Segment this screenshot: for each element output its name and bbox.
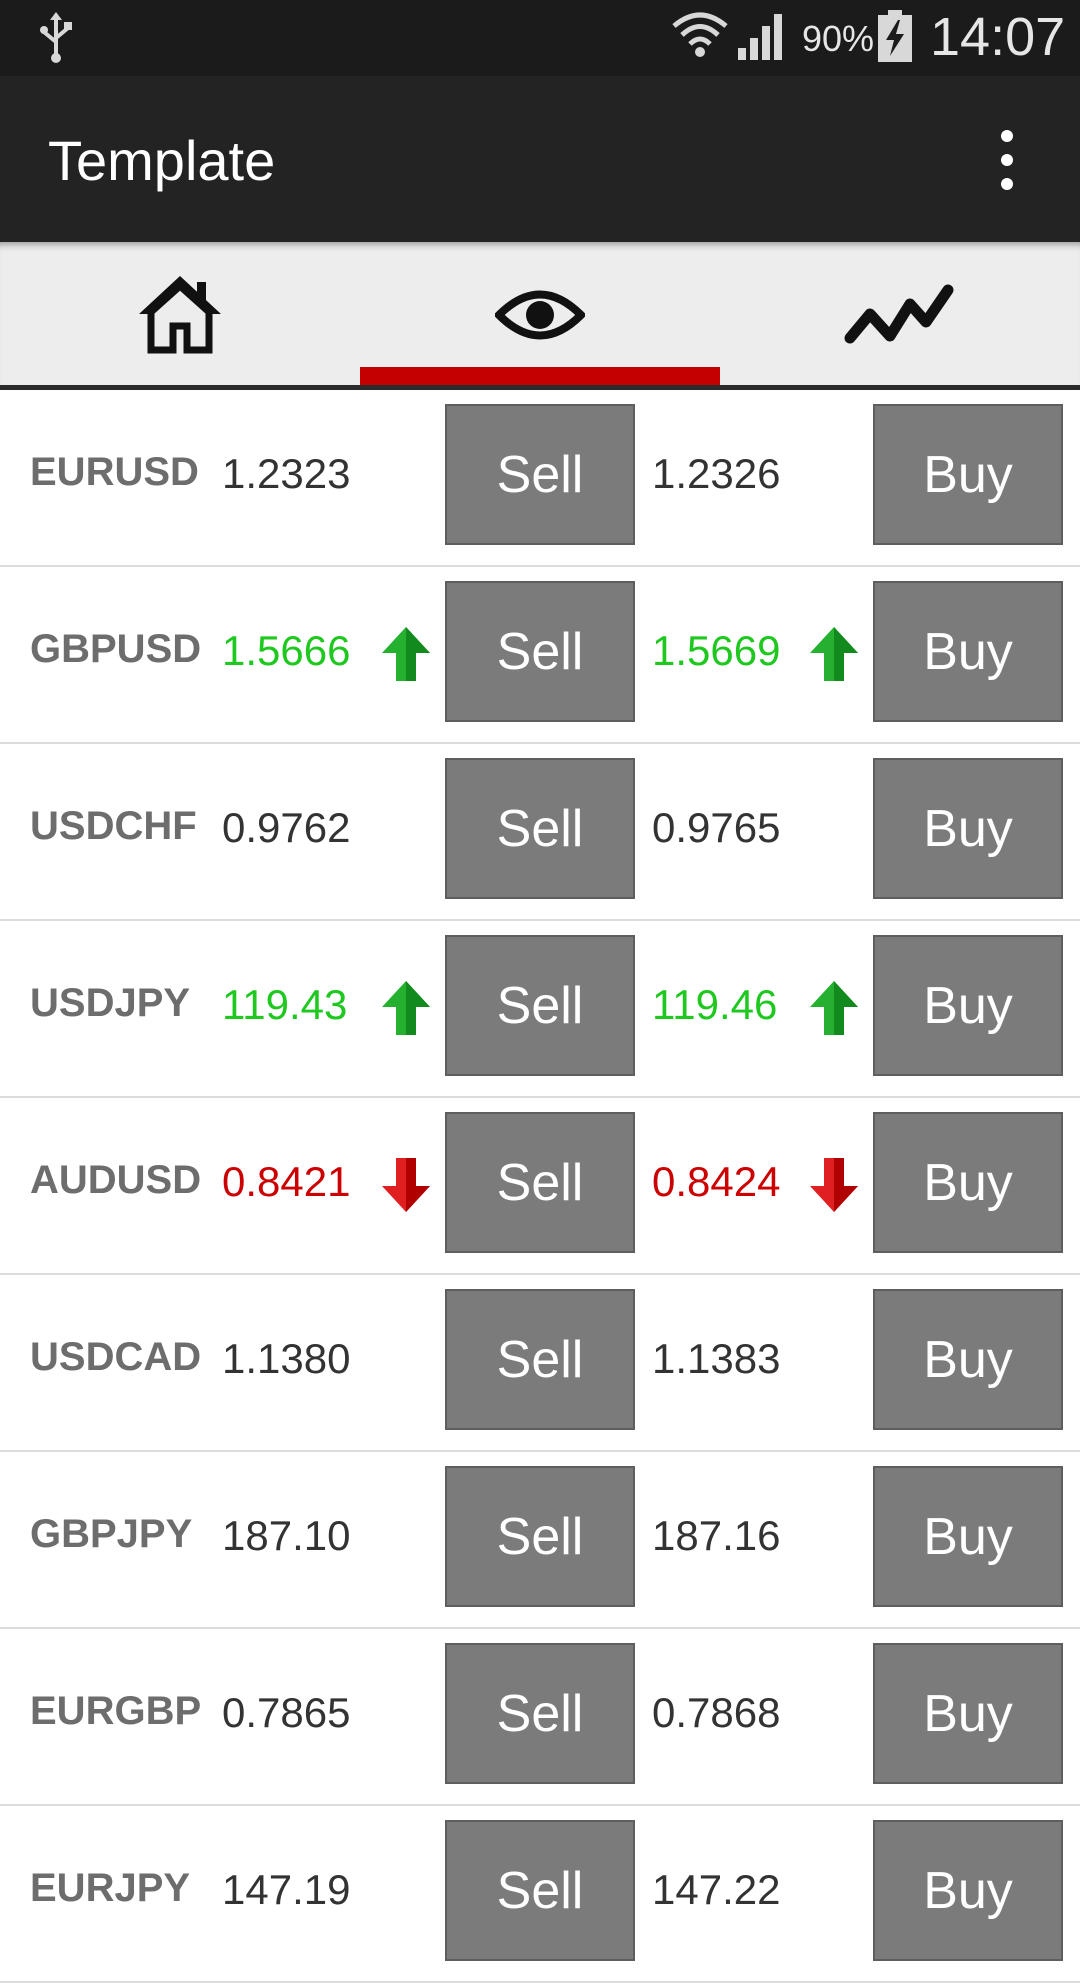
battery-percent: 90% xyxy=(802,18,875,59)
tab-selected-indicator xyxy=(360,367,720,385)
ask-price: 0.7868 xyxy=(652,1689,781,1736)
chart-line-icon xyxy=(844,284,954,344)
symbol-label: EURGBP xyxy=(30,1689,202,1733)
quote-row[interactable]: EURJPY 147.19 Sell 147.22 Buy xyxy=(0,1806,1080,1983)
up-arrow-icon xyxy=(380,625,432,683)
symbol-label: USDCHF xyxy=(30,804,197,848)
sell-button[interactable]: Sell xyxy=(445,758,635,899)
sell-button[interactable]: Sell xyxy=(445,1820,635,1961)
quote-row[interactable]: AUDUSD 0.8421 Sell 0.8424 Buy xyxy=(0,1098,1080,1275)
sell-button[interactable]: Sell xyxy=(445,935,635,1076)
sell-button[interactable]: Sell xyxy=(445,1643,635,1784)
app-bar: Template xyxy=(0,76,1080,242)
ask-price: 0.9765 xyxy=(652,804,781,851)
status-bar: 90% 14:07 xyxy=(0,0,1080,76)
symbol-label: EURUSD xyxy=(30,450,199,494)
overflow-menu-icon[interactable] xyxy=(985,130,1029,190)
ask-price: 1.2326 xyxy=(652,450,781,497)
quote-list: EURUSD 1.2323 Sell 1.2326 Buy GBPUSD 1.5666 Sel… xyxy=(0,390,1080,1983)
quote-row[interactable]: GBPJPY 187.10 Sell 187.16 Buy xyxy=(0,1452,1080,1629)
down-arrow-icon xyxy=(380,1156,432,1214)
sell-button[interactable]: Sell xyxy=(445,1112,635,1253)
quote-row[interactable]: USDJPY 119.43 Sell 119.46 Buy xyxy=(0,921,1080,1098)
clock: 14:07 xyxy=(930,7,1066,67)
signal-icon xyxy=(738,14,782,60)
tab-home[interactable] xyxy=(0,242,360,385)
ask-price: 0.8424 xyxy=(652,1158,781,1205)
bid-price: 147.19 xyxy=(222,1866,351,1913)
up-arrow-icon xyxy=(380,979,432,1037)
tab-watchlist[interactable] xyxy=(360,242,720,385)
bid-price: 0.7865 xyxy=(222,1689,351,1736)
sell-button[interactable]: Sell xyxy=(445,581,635,722)
buy-button[interactable]: Buy xyxy=(873,581,1063,722)
buy-button[interactable]: Buy xyxy=(873,1289,1063,1430)
symbol-label: GBPUSD xyxy=(30,627,202,671)
symbol-label: EURJPY xyxy=(30,1866,191,1910)
bid-price: 187.10 xyxy=(222,1512,351,1559)
sell-button[interactable]: Sell xyxy=(445,1289,635,1430)
bid-price: 1.5666 xyxy=(222,627,351,674)
tab-bar xyxy=(0,242,1080,390)
bid-price: 0.9762 xyxy=(222,804,351,851)
buy-button[interactable]: Buy xyxy=(873,758,1063,899)
buy-button[interactable]: Buy xyxy=(873,1466,1063,1607)
symbol-label: USDCAD xyxy=(30,1335,202,1379)
bid-price: 0.8421 xyxy=(222,1158,351,1205)
quote-row[interactable]: GBPUSD 1.5666 Sell 1.5669 Buy xyxy=(0,567,1080,744)
ask-price: 1.1383 xyxy=(652,1335,781,1382)
wifi-icon xyxy=(672,12,728,57)
buy-button[interactable]: Buy xyxy=(873,1820,1063,1961)
ask-price: 119.46 xyxy=(652,981,778,1028)
app-title: Template xyxy=(48,129,276,192)
ask-price: 1.5669 xyxy=(652,627,781,674)
home-icon xyxy=(139,276,221,354)
battery-charging-icon xyxy=(878,10,912,62)
ask-price: 187.16 xyxy=(652,1512,781,1559)
ask-price: 147.22 xyxy=(652,1866,781,1913)
quote-row[interactable]: EURGBP 0.7865 Sell 0.7868 Buy xyxy=(0,1629,1080,1806)
buy-button[interactable]: Buy xyxy=(873,1112,1063,1253)
bid-price: 1.1380 xyxy=(222,1335,351,1382)
buy-button[interactable]: Buy xyxy=(873,404,1063,545)
buy-button[interactable]: Buy xyxy=(873,1643,1063,1784)
up-arrow-icon xyxy=(808,625,860,683)
bid-price: 119.43 xyxy=(222,981,348,1028)
sell-button[interactable]: Sell xyxy=(445,1466,635,1607)
quote-row[interactable]: EURUSD 1.2323 Sell 1.2326 Buy xyxy=(0,390,1080,567)
quote-row[interactable]: USDCAD 1.1380 Sell 1.1383 Buy xyxy=(0,1275,1080,1452)
down-arrow-icon xyxy=(808,1156,860,1214)
quote-row[interactable]: USDCHF 0.9762 Sell 0.9765 Buy xyxy=(0,744,1080,921)
symbol-label: USDJPY xyxy=(30,981,191,1025)
tab-chart[interactable] xyxy=(720,242,1080,385)
usb-icon xyxy=(40,12,72,63)
sell-button[interactable]: Sell xyxy=(445,404,635,545)
symbol-label: AUDUSD xyxy=(30,1158,202,1202)
up-arrow-icon xyxy=(808,979,860,1037)
symbol-label: GBPJPY xyxy=(30,1512,193,1556)
eye-icon xyxy=(495,290,585,340)
buy-button[interactable]: Buy xyxy=(873,935,1063,1076)
bid-price: 1.2323 xyxy=(222,450,351,497)
